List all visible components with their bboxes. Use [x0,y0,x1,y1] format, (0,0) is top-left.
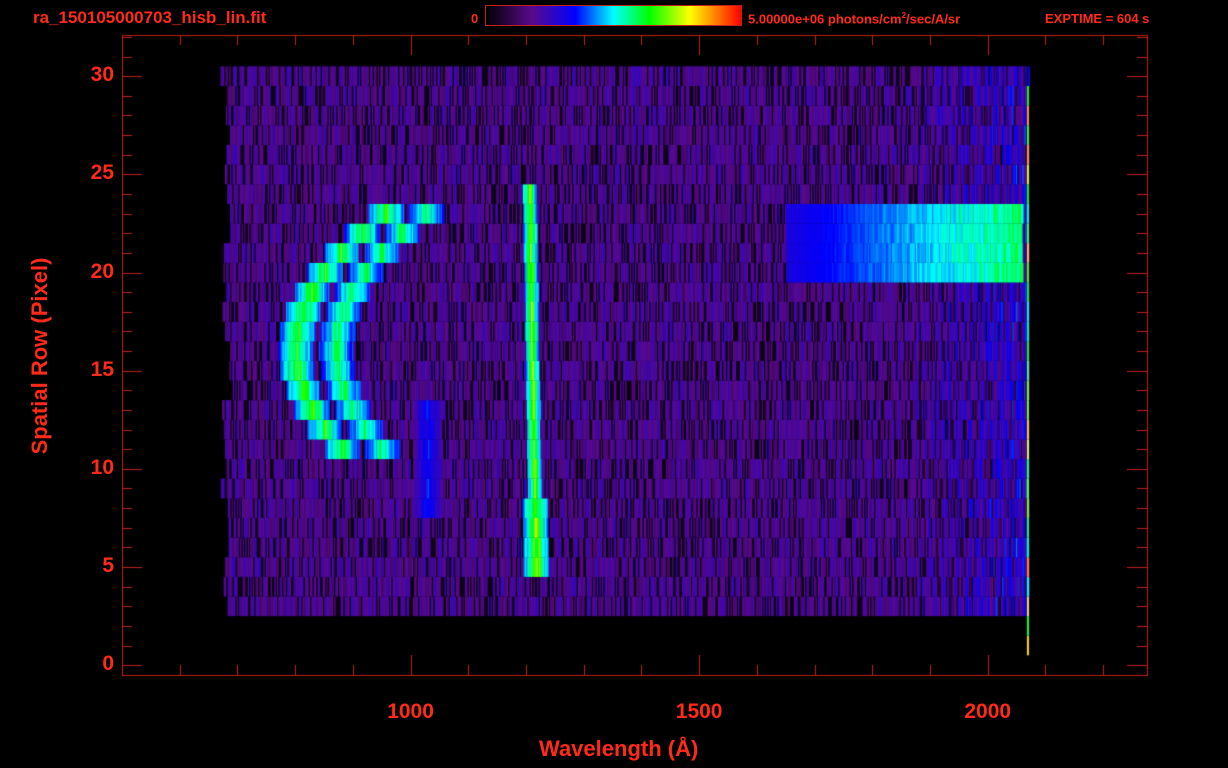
x-tick-label: 2000 [964,700,1012,723]
x-axis-label: Wavelength (Å) [539,736,699,761]
x-tick-label: 1000 [387,700,434,723]
colorbar-min-label: 0 [471,11,479,26]
y-tick-label: 0 [102,652,114,676]
colorbar-unit: /sec/A/sr [906,11,961,27]
colorbar-max-label: 5.00000e+06 photons/cm2/sec/A/sr [748,11,960,26]
exptime-label: EXPTIME = 604 s [1045,11,1150,26]
y-tick-label: 20 [90,259,114,283]
y-tick-label: 15 [90,357,114,381]
y-axis-label: Spatial Row (Pixel) [27,257,52,455]
colorbar [485,5,742,26]
y-tick-label: 30 [90,63,114,87]
x-tick-label: 1500 [675,700,723,723]
y-tick-label: 5 [102,554,114,578]
spectral-image-heatmap [0,0,1228,768]
colorbar-max-value: 5.00000e+06 photons/cm [748,11,902,27]
file-title: ra_150105000703_hisb_lin.fit [33,8,267,27]
y-tick-label: 25 [90,161,114,185]
y-tick-label: 10 [90,455,114,479]
